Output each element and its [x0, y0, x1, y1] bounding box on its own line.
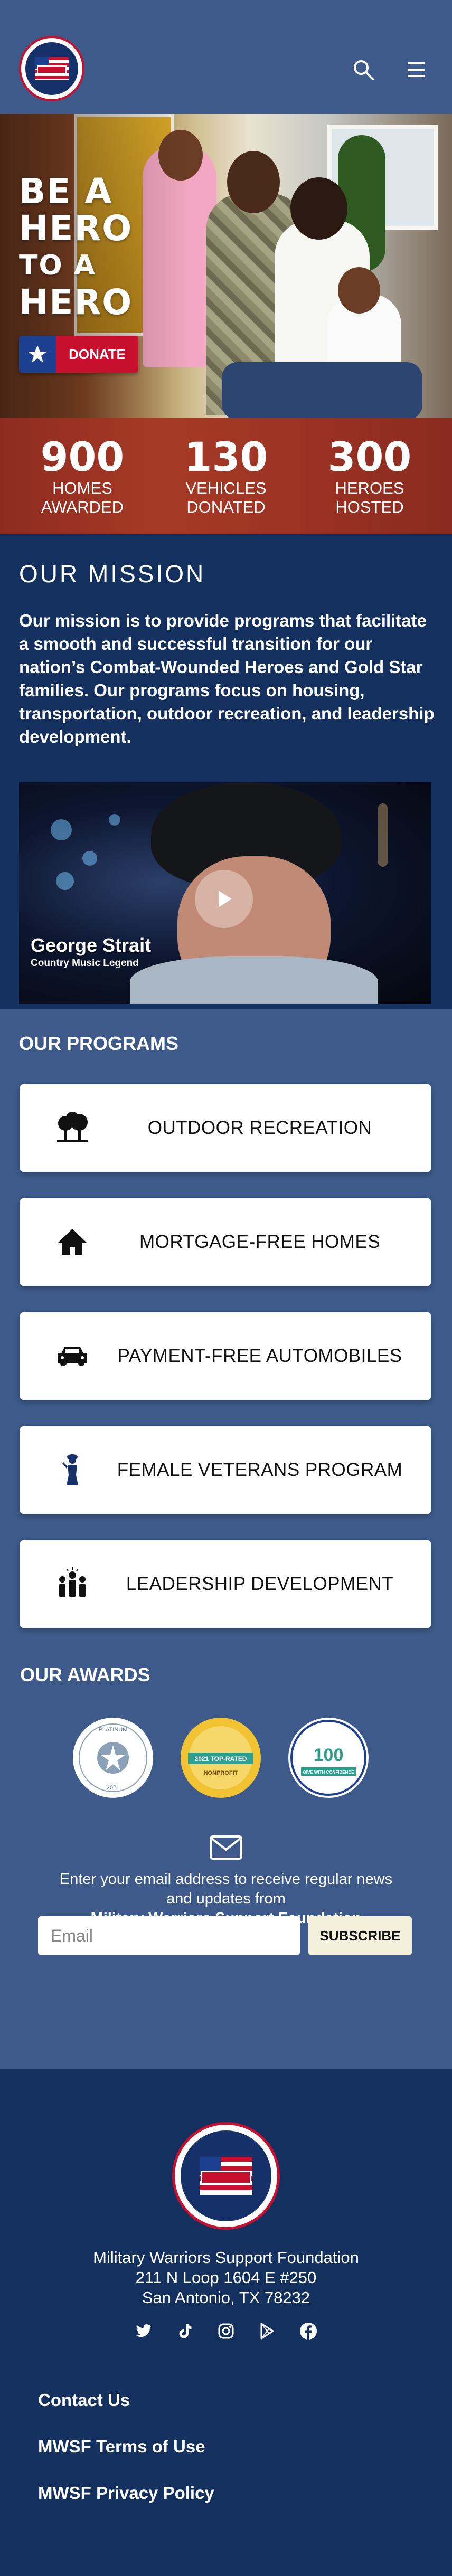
- badge-text: 2021: [107, 1785, 119, 1791]
- program-label: PAYMENT-FREE AUTOMOBILES: [117, 1346, 402, 1366]
- search-icon[interactable]: [351, 57, 376, 82]
- stat-vehicles: 130 VEHICLES DONATED: [160, 435, 292, 517]
- site-footer: Military Warriors Support Foundation 211…: [0, 2069, 452, 2576]
- tagline-line: TO A: [19, 250, 97, 281]
- hero-photo-boy-head: [338, 267, 380, 314]
- video-bokeh: [378, 803, 388, 867]
- program-female-veterans[interactable]: FEMALE VETERANS PROGRAM: [20, 1426, 431, 1514]
- site-logo[interactable]: [19, 36, 84, 101]
- footer-logo-emblem: [181, 2130, 271, 2221]
- impact-stats: 900 HOMES AWARDED 130 VEHICLES DONATED 3…: [0, 418, 452, 534]
- contact-us-link[interactable]: Contact Us: [38, 2390, 130, 2410]
- address-line: Military Warriors Support Foundation: [93, 2248, 359, 2267]
- mission-body: Our mission is to provide programs that …: [19, 611, 435, 746]
- badge-text: 100: [314, 1745, 344, 1765]
- address-line: 211 N Loop 1604 E #250: [135, 2268, 317, 2287]
- badge-text: PLATINUM: [99, 1727, 128, 1733]
- logo-flag-emblem: [25, 42, 78, 95]
- terms-of-use-link[interactable]: MWSF Terms of Use: [38, 2437, 205, 2457]
- footer-address: Military Warriors Support Foundation 211…: [0, 2248, 452, 2308]
- program-label: OUTDOOR RECREATION: [147, 1117, 372, 1138]
- stat-heroes: 300 HEROES HOSTED: [304, 435, 436, 517]
- video-bokeh: [56, 872, 74, 890]
- program-mortgage-free-homes[interactable]: MORTGAGE-FREE HOMES: [20, 1198, 431, 1286]
- tagline-line: BE A: [19, 171, 113, 212]
- footer-logo[interactable]: [172, 2122, 280, 2230]
- mission-title: OUR MISSION: [19, 560, 206, 588]
- video-shirt: [130, 956, 378, 1004]
- tagline-line: HERO: [19, 282, 133, 323]
- guidestar-platinum-badge[interactable]: PLATINUM 2021: [71, 1716, 155, 1800]
- program-outdoor-recreation[interactable]: OUTDOOR RECREATION: [20, 1084, 431, 1172]
- awards-title: OUR AWARDS: [20, 1664, 150, 1685]
- car-icon: [58, 1347, 87, 1366]
- stat-label: HOMES: [52, 479, 112, 497]
- charity-navigator-badge[interactable]: 100 GIVE WITH CONFIDENCE: [286, 1716, 371, 1800]
- video-subtitle: Country Music Legend: [31, 958, 139, 969]
- address-line: San Antonio, TX 78232: [142, 2288, 310, 2307]
- video-bokeh: [82, 851, 97, 866]
- hero-banner: BE A HERO TO A HERO DONATE: [0, 114, 452, 418]
- stat-number: 130: [184, 433, 268, 480]
- instagram-icon[interactable]: [216, 2322, 236, 2341]
- stat-label: DONATED: [186, 498, 266, 516]
- video-bokeh: [109, 814, 120, 826]
- badge-text: NONPROFIT: [204, 1770, 238, 1776]
- programs-section: OUR PROGRAMS OUTDOOR RECREATION MORTGAGE…: [0, 1009, 452, 2069]
- badge-text: 2021 TOP-RATED: [195, 1755, 247, 1763]
- subscribe-button[interactable]: SUBSCRIBE: [308, 1916, 412, 1955]
- star-icon: [19, 336, 56, 373]
- site-header: [0, 0, 452, 114]
- greatnonprofits-badge[interactable]: 2021 TOP-RATED NONPROFIT: [178, 1716, 263, 1800]
- program-payment-free-automobiles[interactable]: PAYMENT-FREE AUTOMOBILES: [20, 1312, 431, 1400]
- group-leader-icon: [59, 1567, 86, 1597]
- badge-text: GIVE WITH CONFIDENCE: [303, 1770, 355, 1775]
- mission-section: OUR MISSION Our mission is to provide pr…: [0, 534, 452, 1009]
- social-links: [0, 2322, 452, 2341]
- play-button[interactable]: [195, 870, 253, 928]
- hamburger-menu-icon[interactable]: [403, 57, 429, 82]
- stat-label: AWARDED: [41, 498, 124, 516]
- stat-label: HEROES: [335, 479, 404, 497]
- stat-number: 300: [327, 433, 412, 480]
- stat-label: HOSTED: [335, 498, 404, 516]
- programs-title: OUR PROGRAMS: [19, 1033, 179, 1054]
- hero-tagline: BE A HERO TO A HERO: [19, 173, 156, 321]
- privacy-policy-link[interactable]: MWSF Privacy Policy: [38, 2483, 214, 2503]
- twitter-icon[interactable]: [134, 2322, 153, 2341]
- house-icon: [58, 1229, 87, 1255]
- program-label: LEADERSHIP DEVELOPMENT: [126, 1574, 394, 1594]
- newsletter-description: Enter your email address to receive regu…: [59, 1871, 393, 1907]
- trees-icon: [57, 1112, 88, 1142]
- stat-label: VEHICLES: [185, 479, 267, 497]
- tiktok-icon[interactable]: [175, 2322, 194, 2341]
- donate-button[interactable]: DONATE: [19, 336, 138, 373]
- google-play-icon[interactable]: [258, 2322, 277, 2341]
- envelope-icon: [210, 1835, 242, 1860]
- hero-photo-soldier-head: [227, 151, 280, 213]
- play-icon: [219, 891, 232, 907]
- hero-photo-jeans: [222, 362, 422, 418]
- stat-homes: 900 HOMES AWARDED: [16, 435, 148, 517]
- facebook-icon[interactable]: [299, 2322, 318, 2341]
- program-leadership-development[interactable]: LEADERSHIP DEVELOPMENT: [20, 1540, 431, 1628]
- video-title: George Strait: [31, 934, 152, 956]
- tagline-line: HERO: [19, 208, 133, 249]
- video-player[interactable]: George Strait Country Music Legend: [19, 782, 431, 1004]
- program-label: MORTGAGE-FREE HOMES: [139, 1232, 381, 1252]
- donate-label: DONATE: [69, 346, 126, 362]
- hero-photo-mother-head: [290, 177, 347, 240]
- video-bokeh: [51, 819, 72, 840]
- stat-number: 900: [40, 433, 125, 480]
- email-field[interactable]: [38, 1916, 300, 1955]
- program-label: FEMALE VETERANS PROGRAM: [117, 1460, 403, 1480]
- female-soldier-icon: [62, 1454, 78, 1485]
